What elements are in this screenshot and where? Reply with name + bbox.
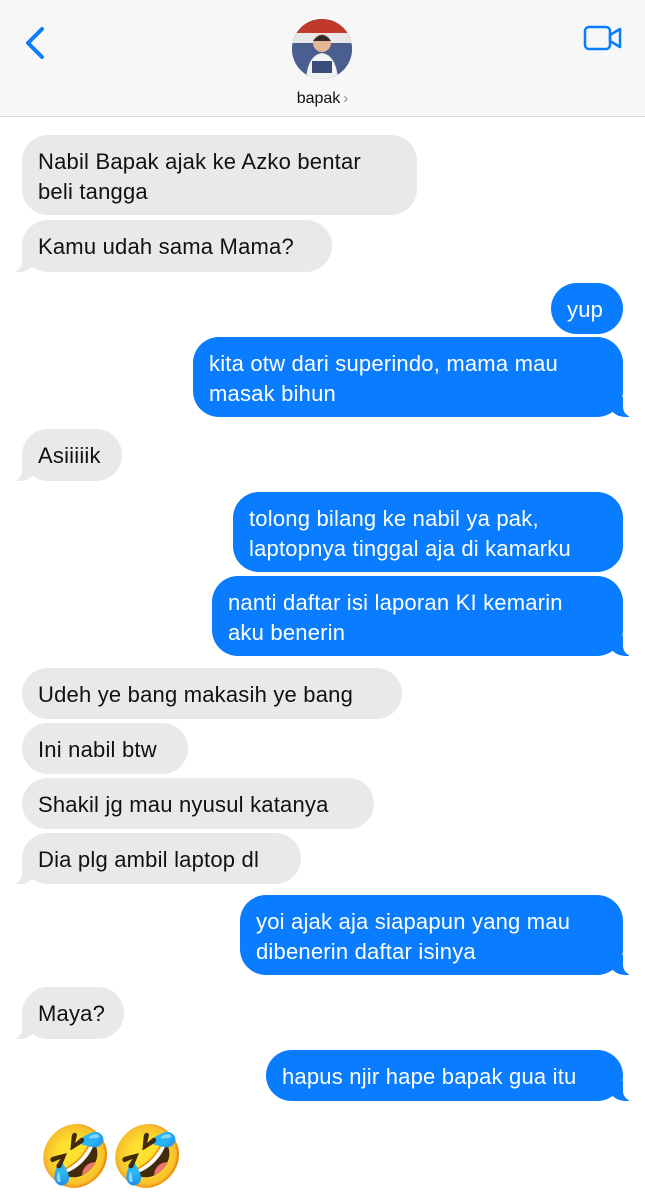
contact-name-label: bapak bbox=[296, 90, 341, 107]
incoming-message[interactable]: Udeh ye bang makasih ye bang bbox=[22, 668, 402, 719]
outgoing-message[interactable]: hapus njir hape bapak gua itu bbox=[266, 1050, 633, 1101]
chevron-right-icon: › bbox=[343, 90, 349, 107]
video-camera-icon[interactable] bbox=[583, 24, 623, 52]
outgoing-message[interactable]: kita otw dari superindo, mama mau masak … bbox=[193, 337, 633, 417]
chevron-left-icon[interactable] bbox=[22, 26, 48, 60]
message-text: nanti daftar isi laporan KI kemarin aku … bbox=[228, 590, 563, 645]
message-text: Dia plg ambil laptop dl bbox=[38, 847, 260, 872]
contact-name[interactable]: bapak › bbox=[0, 90, 645, 108]
message-text: tolong bilang ke nabil ya pak, laptopnya… bbox=[249, 506, 571, 561]
message-text: yoi ajak aja siapapun yang mau dibenerin… bbox=[256, 909, 571, 964]
incoming-message[interactable]: Asiiiiik bbox=[12, 429, 122, 481]
message-text: Maya? bbox=[38, 1001, 106, 1026]
rolling-laughing-emoji[interactable]: 🤣 bbox=[110, 1122, 185, 1192]
message-text: Kamu udah sama Mama? bbox=[38, 234, 294, 259]
incoming-message[interactable]: Shakil jg mau nyusul katanya bbox=[22, 778, 374, 829]
outgoing-message[interactable]: nanti daftar isi laporan KI kemarin aku … bbox=[212, 576, 633, 656]
conversation-header: bapak › bbox=[0, 0, 645, 117]
message-text: Nabil Bapak ajak ke Azko bentar beli tan… bbox=[38, 149, 361, 204]
message-text: Udeh ye bang makasih ye bang bbox=[38, 682, 354, 707]
incoming-message[interactable]: Maya? bbox=[12, 987, 124, 1039]
message-text: hapus njir hape bapak gua itu bbox=[282, 1064, 577, 1089]
message-text: Shakil jg mau nyusul katanya bbox=[38, 792, 329, 817]
incoming-message[interactable]: Dia plg ambil laptop dl bbox=[12, 833, 301, 884]
outgoing-message[interactable]: tolong bilang ke nabil ya pak, laptopnya… bbox=[233, 492, 623, 572]
message-text: Ini nabil btw bbox=[38, 737, 157, 762]
incoming-message[interactable]: Ini nabil btw bbox=[22, 723, 188, 774]
rolling-laughing-emoji[interactable]: 🤣 bbox=[38, 1122, 113, 1192]
incoming-message[interactable]: Kamu udah sama Mama? bbox=[12, 220, 332, 272]
incoming-message[interactable]: Nabil Bapak ajak ke Azko bentar beli tan… bbox=[22, 135, 417, 215]
outgoing-message[interactable]: yoi ajak aja siapapun yang mau dibenerin… bbox=[240, 895, 633, 975]
outgoing-message[interactable]: yup bbox=[551, 283, 623, 334]
avatar[interactable] bbox=[292, 19, 352, 79]
message-text: Asiiiiik bbox=[38, 443, 101, 468]
message-text: kita otw dari superindo, mama mau masak … bbox=[209, 351, 558, 406]
message-text: yup bbox=[567, 297, 604, 322]
